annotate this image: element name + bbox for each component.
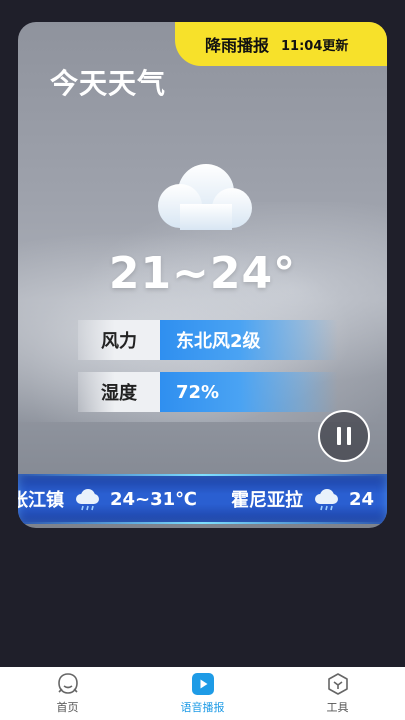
tab-tools[interactable]: 工具 — [278, 672, 398, 715]
humidity-label: 湿度 — [78, 372, 160, 412]
city-weather-ticker: 张江镇 24~31℃ 霍尼亚拉 24 — [18, 474, 387, 524]
cube-icon — [327, 673, 348, 695]
tab-voice-broadcast[interactable]: 语音播报 — [143, 672, 263, 715]
rain-cloud-icon — [314, 489, 338, 511]
tab-home[interactable]: 首页 — [8, 672, 128, 715]
tab-label-voice-broadcast: 语音播报 — [180, 701, 225, 714]
humidity-row: 湿度 72% — [78, 372, 338, 412]
tab-label-tools: 工具 — [326, 701, 349, 714]
temperature-range: 21~24° — [108, 248, 297, 299]
rain-cloud-icon — [76, 489, 99, 511]
pause-button[interactable] — [318, 410, 370, 462]
weather-card: 降雨播报 11:04更新 今天天气 21~24° 风力 东北风2级 湿度 72%… — [18, 22, 387, 528]
ticker-city: 张江镇 — [18, 490, 64, 511]
ticker-temp: 24 — [348, 488, 375, 510]
rain-broadcast-banner[interactable]: 降雨播报 11:04更新 — [175, 22, 387, 66]
ticker-temp: 24~31℃ — [110, 488, 197, 510]
tab-label-home: 首页 — [56, 701, 79, 714]
card-title: 今天天气 — [50, 67, 167, 100]
pause-icon — [337, 427, 341, 445]
banner-title: 降雨播报 — [205, 36, 270, 55]
wind-value: 东北风2级 — [160, 320, 338, 360]
ticker-track: 张江镇 24~31℃ 霍尼亚拉 24 — [18, 486, 387, 512]
cloud-icon — [158, 164, 252, 230]
wind-row: 风力 东北风2级 — [78, 320, 338, 360]
bottom-tab-bar: 首页 语音播报 工具 — [0, 667, 405, 720]
update-time: 11:04更新 — [281, 38, 349, 54]
ticker-city: 霍尼亚拉 — [230, 490, 303, 511]
play-icon — [191, 673, 214, 695]
home-icon — [57, 673, 78, 694]
wind-label: 风力 — [78, 320, 160, 360]
humidity-value: 72% — [160, 372, 338, 412]
